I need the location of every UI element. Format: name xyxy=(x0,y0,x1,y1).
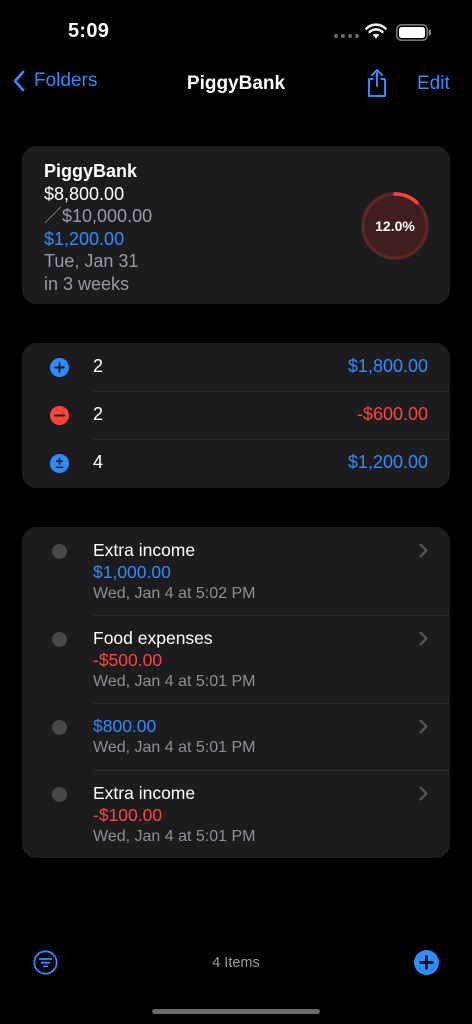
transaction-details: Extra income -$100.00 Wed, Jan 4 at 5:01… xyxy=(93,782,255,848)
transaction-dot-icon xyxy=(52,632,67,647)
edit-button[interactable]: Edit xyxy=(417,73,450,95)
goal-target-amount: ／$10,000.00 xyxy=(44,206,153,226)
transaction-date: Wed, Jan 4 at 5:01 PM xyxy=(93,828,256,845)
stats-amount: $1,800.00 xyxy=(347,356,428,376)
minus-circle-icon xyxy=(50,406,69,425)
goal-relative-date: in 3 weeks xyxy=(44,273,130,294)
goal-current-amount: $8,800.00 xyxy=(44,183,125,204)
goal-remaining-amount: $1,200.00 xyxy=(44,228,125,249)
chevron-right-icon xyxy=(419,719,428,734)
status-bar: 5:09 xyxy=(0,0,472,60)
navigation-bar: Folders PiggyBank Edit xyxy=(0,60,472,108)
goal-summary-card: PiggyBank $8,800.00 ／$10,000.00 $1,200.0… xyxy=(22,146,450,304)
screen: 5:09 Folders PiggyBank Edit PiggyBank $8… xyxy=(0,0,472,1024)
wifi-icon xyxy=(365,23,387,39)
cellular-signal-icon xyxy=(334,34,359,38)
transaction-date: Wed, Jan 4 at 5:01 PM xyxy=(93,739,256,756)
stats-row-withdrawals: 2 -$600.00 xyxy=(22,391,450,439)
transaction-row[interactable]: Food expenses -$500.00 Wed, Jan 4 at 5:0… xyxy=(22,615,450,703)
transaction-dot-icon xyxy=(52,787,67,802)
transaction-date: Wed, Jan 4 at 5:01 PM xyxy=(93,673,256,690)
stats-amount: $1,200.00 xyxy=(347,452,428,472)
stats-row-net: 4 $1,200.00 xyxy=(22,439,450,487)
transaction-dot-icon xyxy=(52,544,67,559)
transaction-row[interactable]: Extra income $1,000.00 Wed, Jan 4 at 5:0… xyxy=(22,527,450,615)
chevron-right-icon xyxy=(419,786,428,801)
transaction-date: Wed, Jan 4 at 5:02 PM xyxy=(93,585,256,602)
share-icon[interactable] xyxy=(366,68,388,98)
stats-amount: -$600.00 xyxy=(356,404,428,424)
transaction-title: Food expenses xyxy=(93,628,213,648)
goal-summary-text: PiggyBank $8,800.00 ／$10,000.00 $1,200.0… xyxy=(44,160,152,295)
stats-count: 2 xyxy=(93,356,104,376)
transaction-amount: -$100.00 xyxy=(93,805,163,825)
battery-icon xyxy=(396,24,431,41)
transaction-details: $800.00 Wed, Jan 4 at 5:01 PM xyxy=(93,715,255,759)
chevron-right-icon xyxy=(419,543,428,558)
stats-count: 4 xyxy=(93,452,104,472)
stats-count: 2 xyxy=(93,404,104,424)
page-title: PiggyBank xyxy=(186,73,286,94)
items-count: 4 Items xyxy=(212,955,260,971)
home-indicator xyxy=(152,1009,320,1014)
progress-percentage: 12.0% xyxy=(375,218,415,234)
stats-row-deposits: 2 $1,800.00 xyxy=(22,343,450,391)
progress-ring: 12.0% xyxy=(361,192,429,260)
bottom-toolbar: 4 Items xyxy=(0,940,472,986)
transaction-title: Extra income xyxy=(93,783,196,803)
plus-minus-circle-icon xyxy=(50,454,69,473)
stats-card: 2 $1,800.00 2 -$600.00 4 $1,200.00 xyxy=(22,343,450,488)
transaction-dot-icon xyxy=(52,720,67,735)
transaction-row[interactable]: $800.00 Wed, Jan 4 at 5:01 PM xyxy=(22,703,450,770)
chevron-right-icon xyxy=(419,631,428,646)
transaction-row[interactable]: Extra income -$100.00 Wed, Jan 4 at 5:01… xyxy=(22,770,450,858)
transaction-details: Extra income $1,000.00 Wed, Jan 4 at 5:0… xyxy=(93,539,255,605)
status-time: 5:09 xyxy=(68,20,110,42)
transaction-amount: -$500.00 xyxy=(93,650,163,670)
goal-due-date: Tue, Jan 31 xyxy=(44,251,139,271)
add-icon[interactable] xyxy=(414,950,439,975)
transaction-amount: $800.00 xyxy=(93,716,157,736)
transaction-amount: $1,000.00 xyxy=(93,562,171,582)
plus-circle-icon xyxy=(50,358,69,377)
transaction-details: Food expenses -$500.00 Wed, Jan 4 at 5:0… xyxy=(93,627,255,693)
transactions-list: Extra income $1,000.00 Wed, Jan 4 at 5:0… xyxy=(22,527,450,858)
goal-name: PiggyBank xyxy=(44,161,138,181)
transaction-title: Extra income xyxy=(93,540,196,560)
